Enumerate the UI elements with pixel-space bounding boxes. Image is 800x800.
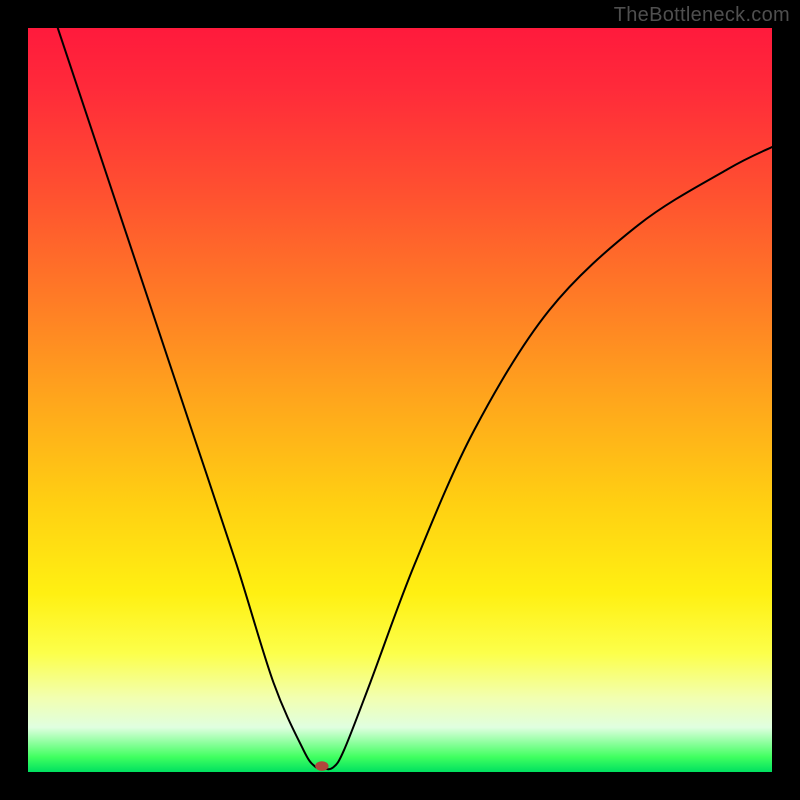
bottleneck-curve-path [58,28,772,769]
plot-area [28,28,772,772]
chart-frame: TheBottleneck.com [0,0,800,800]
minimum-marker [315,761,328,771]
attribution-text: TheBottleneck.com [614,4,790,27]
bottleneck-curve-svg [28,28,772,772]
